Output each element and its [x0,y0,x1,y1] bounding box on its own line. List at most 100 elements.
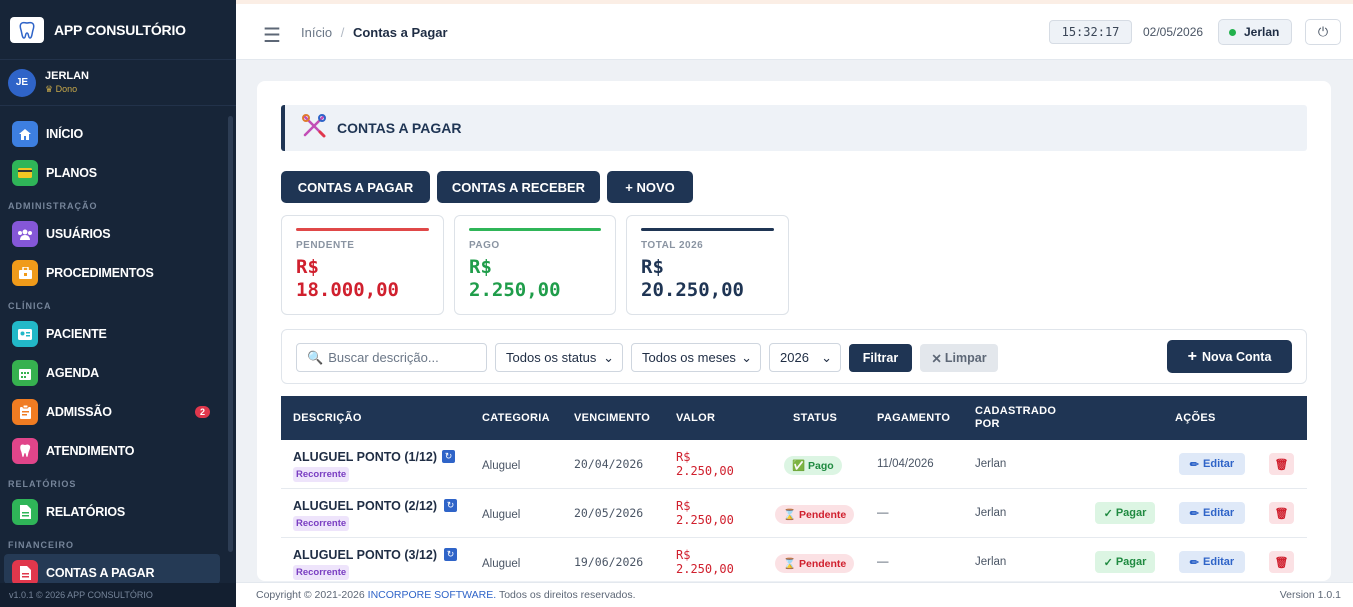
user-status-button[interactable]: Jerlan [1218,19,1292,45]
col-valor: VALOR [676,412,716,424]
edit-button[interactable]: ✏ Editar [1179,551,1245,573]
edit-button[interactable]: ✏ Editar [1179,453,1245,475]
sidebar-item-label: AGENDA [46,366,99,380]
sidebar-scrollbar[interactable] [228,116,233,552]
logout-button[interactable]: ⏻ [1305,19,1341,45]
row-category: Aluguel [482,460,521,472]
col-vencimento: VENCIMENTO [574,412,651,424]
delete-button[interactable]: 🗑 [1269,453,1294,475]
user-status-name: Jerlan [1244,25,1280,39]
col-cadastrado-por: CADASTRADO POR [975,405,1057,430]
month-select[interactable]: Todos os meses ⌄ [631,343,761,372]
current-date: 02/05/2026 [1143,25,1204,39]
breadcrumb-separator: / [340,25,345,40]
topbar: ☰ Início / Contas a Pagar 15:32:17 02/05… [236,4,1353,60]
table-header: DESCRIÇÃO CATEGORIA VENCIMENTO VALOR STA… [281,396,1307,440]
brand[interactable]: APP CONSULTÓRIO [0,0,236,60]
row-created-by: Jerlan [975,507,1007,519]
sidebar-item-relatorios[interactable]: RELATÓRIOS [4,495,220,529]
year-select[interactable]: 2026 ⌄ [769,343,841,372]
row-payment-date: — [877,556,889,568]
check-icon: ✓ [1103,556,1113,569]
row-description: ALUGUEL PONTO (2/12) [293,499,438,513]
row-payment-date: 11/04/2026 [877,458,934,470]
sidebar-item-atendimento[interactable]: ATENDIMENTO [4,434,220,468]
page-header: CONTAS A PAGAR [281,105,1307,151]
sidebar-item-label: PROCEDIMENTOS [46,266,154,280]
search-input[interactable]: 🔍 Buscar descrição... [296,343,487,372]
row-created-by: Jerlan [975,556,1007,568]
breadcrumb: Início / Contas a Pagar [301,25,448,40]
stat-label: PAGO [469,240,500,251]
tooth-logo-icon [10,16,44,43]
sidebar-item-usuarios[interactable]: USUÁRIOS [4,217,220,251]
row-created-by: Jerlan [975,458,1007,470]
company-link[interactable]: INCORPORE SOFTWARE. [368,589,497,601]
power-icon: ⏻ [1317,24,1329,39]
pencil-icon: ✏ [1189,556,1200,569]
stat-value: R$ 2.250,00 [469,256,561,301]
sidebar-item-inicio[interactable]: INÍCIO [4,117,220,151]
sidebar-item-contas-a-pagar[interactable]: CONTAS A PAGAR [4,554,220,584]
page-footer: Copyright © 2021-2026 INCORPORE SOFTWARE… [236,582,1353,607]
user-panel[interactable]: JE JERLAN ♛ Dono [0,60,236,106]
table-row: ALUGUEL PONTO (2/12) ↻ Recorrente Alugue… [281,489,1307,538]
sidebar-item-agenda[interactable]: AGENDA [4,356,220,390]
avatar: JE [8,68,36,97]
pencil-icon: ✏ [1189,458,1200,471]
filter-button[interactable]: Filtrar [849,344,912,372]
delete-button[interactable]: 🗑 [1269,551,1294,573]
table-row: ALUGUEL PONTO (3/12) ↻ Recorrente Alugue… [281,538,1307,581]
tab-contas-a-pagar-button[interactable]: CONTAS A PAGAR [281,171,430,203]
sidebar-item-label: USUÁRIOS [46,227,111,241]
stat-card-pendente: PENDENTE R$ 18.000,00 [281,215,444,315]
admissao-badge: 2 [194,406,210,418]
close-icon: ✕ [931,351,942,366]
sidebar-item-admissao[interactable]: ADMISSÃO 2 [4,395,220,429]
clear-button[interactable]: ✕ Limpar [920,344,998,372]
section-relatorios: RELATÓRIOS [8,479,77,489]
status-select[interactable]: Todos os status ⌄ [495,343,623,372]
status-badge: ✅ Pago [784,456,842,475]
stat-accent-bar [469,228,601,231]
version-text: Version 1.0.1 [1279,589,1341,601]
menu-toggle-icon[interactable]: ☰ [263,23,281,48]
sidebar-footer: v1.0.1 © 2026 APP CONSULTÓRIO [0,583,236,607]
new-account-button[interactable]: + Nova Conta [1167,340,1292,373]
crown-icon: ♛ [45,84,56,94]
new-button[interactable]: + NOVO [607,171,693,203]
check-icon: ✓ [1103,507,1113,520]
sidebar-item-paciente[interactable]: PACIENTE [4,317,220,351]
recurring-tag: Recorrente [293,516,350,531]
online-status-icon [1229,28,1236,36]
document-icon [12,560,38,584]
stat-accent-bar [296,228,429,231]
tab-contas-a-receber-button[interactable]: CONTAS A RECEBER [437,171,600,203]
users-icon [12,221,38,247]
trash-icon: 🗑 [1274,556,1289,569]
search-icon: 🔍 [307,349,324,365]
sidebar-item-planos[interactable]: PLANOS [4,156,220,190]
app-name: APP CONSULTÓRIO [54,21,186,38]
status-badge: ⌛ Pendente [775,554,855,573]
col-pagamento: PAGAMENTO [877,412,951,424]
sidebar: APP CONSULTÓRIO JE JERLAN ♛ Dono INÍCIO … [0,0,236,607]
tools-icon [301,113,327,144]
search-placeholder: Buscar descrição... [328,350,439,365]
sidebar-item-procedimentos[interactable]: PROCEDIMENTOS [4,256,220,290]
recurring-tag: Recorrente [293,565,350,580]
chevron-down-icon: ⌄ [741,349,752,365]
pay-button[interactable]: ✓ Pagar [1095,502,1155,524]
row-payment-date: — [877,507,889,519]
col-descricao: DESCRIÇÃO [293,412,362,424]
pay-button[interactable]: ✓ Pagar [1095,551,1155,573]
sidebar-item-label: PACIENTE [46,327,107,341]
edit-button[interactable]: ✏ Editar [1179,502,1245,524]
clipboard-icon [12,399,38,425]
filter-bar: 🔍 Buscar descrição... Todos os status ⌄ T… [281,329,1307,384]
copyright-text: Copyright © 2021-2026 INCORPORE SOFTWARE… [256,589,636,601]
delete-button[interactable]: 🗑 [1269,502,1294,524]
breadcrumb-home[interactable]: Início [301,25,332,40]
row-value: R$ 2.250,00 [676,548,734,576]
hourglass-icon: ⌛ [783,558,799,570]
